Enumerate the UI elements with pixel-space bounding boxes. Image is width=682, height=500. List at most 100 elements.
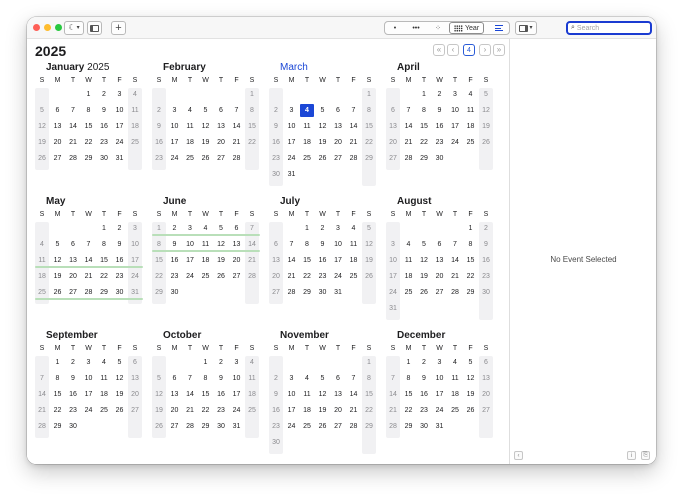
day-cell[interactable]: 7 [245, 224, 259, 233]
day-cell[interactable]: 9 [152, 122, 166, 131]
day-cell[interactable]: 23 [152, 154, 166, 163]
day-cell[interactable]: 5 [362, 224, 376, 233]
day-cell[interactable]: 15 [97, 256, 111, 265]
day-cell[interactable]: 16 [433, 122, 447, 131]
day-cell[interactable]: 5 [152, 374, 166, 383]
day-cell[interactable]: 16 [97, 122, 111, 131]
day-cell[interactable]: 19 [464, 390, 478, 399]
day-cell[interactable]: 10 [448, 106, 462, 115]
day-cell[interactable]: 30 [168, 288, 182, 297]
day-cell[interactable]: 25 [464, 138, 478, 147]
day-cell[interactable]: 10 [82, 374, 96, 383]
day-cell[interactable]: 14 [230, 122, 244, 131]
day-cell[interactable]: 26 [316, 422, 330, 431]
day-cell[interactable]: 6 [433, 240, 447, 249]
day-cell[interactable]: 21 [82, 272, 96, 281]
day-cell[interactable]: 10 [168, 122, 182, 131]
info-button[interactable]: i [627, 451, 636, 460]
day-cell[interactable]: 6 [66, 240, 80, 249]
event-span-bar[interactable] [152, 234, 260, 236]
day-cell[interactable]: 3 [331, 224, 345, 233]
day-cell[interactable]: 8 [362, 374, 376, 383]
day-cell[interactable]: 25 [402, 288, 416, 297]
day-cell[interactable]: 23 [214, 406, 228, 415]
day-cell[interactable]: 8 [97, 240, 111, 249]
close-button[interactable] [33, 24, 40, 31]
day-cell[interactable]: 29 [417, 154, 431, 163]
day-cell[interactable]: 20 [269, 272, 283, 281]
day-cell[interactable]: 2 [168, 224, 182, 233]
day-cell[interactable]: 9 [269, 122, 283, 131]
day-cell[interactable]: 11 [300, 122, 314, 131]
day-cell[interactable]: 21 [245, 256, 259, 265]
day-cell[interactable]: 13 [51, 122, 65, 131]
day-cell[interactable]: 26 [362, 272, 376, 281]
day-cell[interactable]: 9 [113, 240, 127, 249]
inspector-toggle-button[interactable]: ▾ [515, 21, 537, 35]
day-cell[interactable]: 29 [199, 422, 213, 431]
day-cell[interactable]: 10 [386, 256, 400, 265]
day-cell[interactable]: 18 [402, 272, 416, 281]
day-cell[interactable]: 6 [386, 106, 400, 115]
day-cell[interactable]: 9 [97, 106, 111, 115]
day-cell[interactable]: 31 [230, 422, 244, 431]
day-cell[interactable]: 21 [402, 138, 416, 147]
day-cell[interactable]: 7 [347, 374, 361, 383]
event-span-bar[interactable] [35, 266, 143, 268]
search-field[interactable]: ⌕ Search [566, 21, 652, 35]
day-cell[interactable]: 8 [417, 106, 431, 115]
day-cell[interactable]: 8 [245, 106, 259, 115]
day-cell[interactable]: 25 [183, 154, 197, 163]
day-cell[interactable]: 7 [82, 240, 96, 249]
day-cell[interactable]: 15 [362, 390, 376, 399]
day-cell[interactable]: 5 [417, 240, 431, 249]
day-cell[interactable]: 19 [51, 272, 65, 281]
day-cell[interactable]: 28 [386, 422, 400, 431]
day-cell[interactable]: 5 [199, 106, 213, 115]
day-cell[interactable]: 30 [316, 288, 330, 297]
day-cell[interactable]: 10 [183, 240, 197, 249]
day-cell[interactable]: 27 [479, 406, 493, 415]
day-cell[interactable]: 19 [316, 406, 330, 415]
day-cell[interactable]: 4 [35, 240, 49, 249]
day-cell[interactable]: 2 [417, 358, 431, 367]
previous-year-button[interactable]: « [433, 44, 445, 56]
day-cell[interactable]: 23 [66, 406, 80, 415]
day-cell[interactable]: 11 [128, 106, 142, 115]
day-cell[interactable]: 23 [97, 138, 111, 147]
day-cell[interactable]: 27 [51, 154, 65, 163]
month-september[interactable]: September S M T W T F S 1 2 3 4 5 6 7 8 9 10 11 12 13 14 15 16 1… [35, 330, 142, 455]
day-cell[interactable]: 9 [66, 374, 80, 383]
day-cell[interactable]: 9 [417, 374, 431, 383]
day-cell[interactable]: 1 [464, 224, 478, 233]
day-cell[interactable]: 3 [285, 106, 299, 115]
day-cell[interactable]: 2 [433, 90, 447, 99]
day-cell[interactable]: 21 [230, 138, 244, 147]
day-cell[interactable]: 19 [35, 138, 49, 147]
day-cell[interactable]: 13 [168, 390, 182, 399]
event-span-bar[interactable] [152, 250, 260, 252]
day-cell[interactable]: 12 [214, 240, 228, 249]
day-cell[interactable]: 23 [269, 422, 283, 431]
day-cell[interactable]: 5 [214, 224, 228, 233]
day-cell[interactable]: 1 [245, 90, 259, 99]
day-cell[interactable]: 24 [128, 272, 142, 281]
day-cell[interactable]: 7 [402, 106, 416, 115]
share-button[interactable]: ⎘ [641, 451, 650, 460]
day-cell[interactable]: 31 [128, 288, 142, 297]
day-cell[interactable]: 23 [269, 154, 283, 163]
day-cell[interactable]: 22 [199, 406, 213, 415]
day-cell[interactable]: 17 [285, 406, 299, 415]
zoom-button[interactable] [55, 24, 62, 31]
day-cell[interactable]: 11 [183, 122, 197, 131]
day-cell[interactable]: 30 [417, 422, 431, 431]
day-cell[interactable]: 30 [214, 422, 228, 431]
day-cell[interactable]: 27 [331, 154, 345, 163]
day-cell[interactable]: 2 [316, 224, 330, 233]
day-cell[interactable]: 20 [66, 272, 80, 281]
day-cell[interactable]: 17 [128, 256, 142, 265]
day-cell[interactable]: 28 [347, 422, 361, 431]
day-cell[interactable]: 19 [113, 390, 127, 399]
day-cell[interactable]: 13 [479, 374, 493, 383]
day-cell[interactable]: 22 [152, 272, 166, 281]
